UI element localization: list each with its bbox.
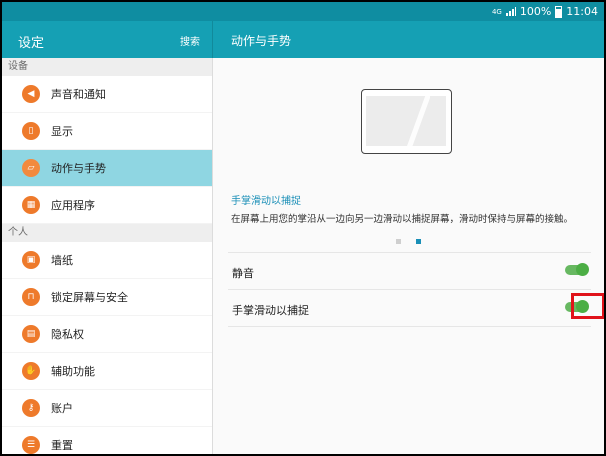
gesture-icon: ▱	[22, 159, 40, 177]
sidebar-item-label: 声音和通知	[51, 88, 106, 101]
reset-icon: ☰	[22, 436, 40, 454]
sidebar-item-lock-security[interactable]: ⊓ 锁定屏幕与安全	[2, 279, 212, 316]
hand-icon: ✋	[22, 362, 40, 380]
wallpaper-icon: ▣	[22, 251, 40, 269]
red-highlight-box	[571, 293, 604, 319]
sidebar-item-label: 锁定屏幕与安全	[51, 291, 128, 304]
list-divider	[228, 326, 591, 328]
sidebar-item-sound[interactable]: ◀ 声音和通知	[2, 76, 212, 113]
clock: 11:04	[566, 5, 598, 18]
lock-icon: ⊓	[22, 288, 40, 306]
setting-row-palm-swipe[interactable]: 手掌滑动以捕捉	[228, 289, 604, 327]
display-icon: ▯	[22, 122, 40, 140]
section-device: 设备	[2, 58, 212, 76]
sidebar-item-accounts[interactable]: ⚷ 账户	[2, 390, 212, 427]
sidebar-item-accessibility[interactable]: ✋ 辅助功能	[2, 353, 212, 390]
mute-toggle-switch[interactable]	[565, 263, 589, 276]
settings-sidebar: 设备 ◀ 声音和通知 ▯ 显示 ▱ 动作与手势 ▦ 应用程序 个人 ▣ 墙纸 ⊓…	[2, 58, 213, 454]
sidebar-item-privacy[interactable]: ▤ 隐私权	[2, 316, 212, 353]
pager-dot-2-active[interactable]	[416, 239, 421, 244]
network-type: 4G	[491, 7, 502, 16]
feature-title: 手掌滑动以捕捉	[231, 196, 301, 207]
sidebar-item-apps[interactable]: ▦ 应用程序	[2, 187, 212, 224]
settings-title: 设定	[18, 36, 45, 51]
feature-description: 在屏幕上用您的掌沿从一边向另一边滑动以捕捉屏幕，滑动时保持与屏幕的接触。	[231, 214, 574, 225]
sidebar-item-label: 显示	[51, 125, 73, 138]
sidebar-item-wallpaper[interactable]: ▣ 墙纸	[2, 242, 212, 279]
section-personal: 个人	[2, 224, 212, 242]
setting-label-mute: 静音	[232, 267, 254, 280]
privacy-icon: ▤	[22, 325, 40, 343]
page-header: 动作与手势	[213, 21, 604, 58]
screen-frame: 4G 100% 11:04 设定 搜索 动作与手势 设备 ◀ 声音和通知 ▯ 显…	[2, 2, 604, 454]
gesture-settings-panel: 手掌滑动以捕捉 在屏幕上用您的掌沿从一边向另一边滑动以捕捉屏幕，滑动时保持与屏幕…	[213, 58, 604, 454]
sidebar-item-display[interactable]: ▯ 显示	[2, 113, 212, 150]
sidebar-item-gestures[interactable]: ▱ 动作与手势	[2, 150, 212, 187]
setting-label-palm-swipe: 手掌滑动以捕捉	[232, 304, 309, 317]
sidebar-item-label: 账户	[51, 402, 73, 415]
sidebar-item-label: 辅助功能	[51, 365, 95, 378]
settings-header: 设定 搜索	[2, 21, 212, 58]
sidebar-item-label: 墙纸	[51, 254, 73, 267]
battery-percent: 100%	[519, 5, 552, 18]
pager-dot-1[interactable]	[396, 239, 401, 244]
sidebar-item-label: 重置	[51, 439, 73, 452]
signal-bars-icon	[505, 7, 516, 16]
key-icon: ⚷	[22, 399, 40, 417]
sidebar-item-label: 应用程序	[51, 199, 95, 212]
page-title: 动作与手势	[231, 34, 292, 48]
speaker-icon: ◀	[22, 85, 40, 103]
sidebar-item-label: 隐私权	[51, 328, 84, 341]
apps-icon: ▦	[22, 196, 40, 214]
battery-icon	[555, 5, 563, 18]
sidebar-item-reset[interactable]: ☰ 重置	[2, 427, 212, 454]
tablet-illustration	[361, 89, 452, 154]
search-button[interactable]: 搜索	[180, 33, 200, 48]
setting-row-mute[interactable]: 静音	[228, 252, 591, 290]
sidebar-item-label: 动作与手势	[51, 162, 106, 175]
tablet-screen-illustration	[366, 96, 446, 146]
status-bar: 4G 100% 11:04	[2, 2, 604, 21]
